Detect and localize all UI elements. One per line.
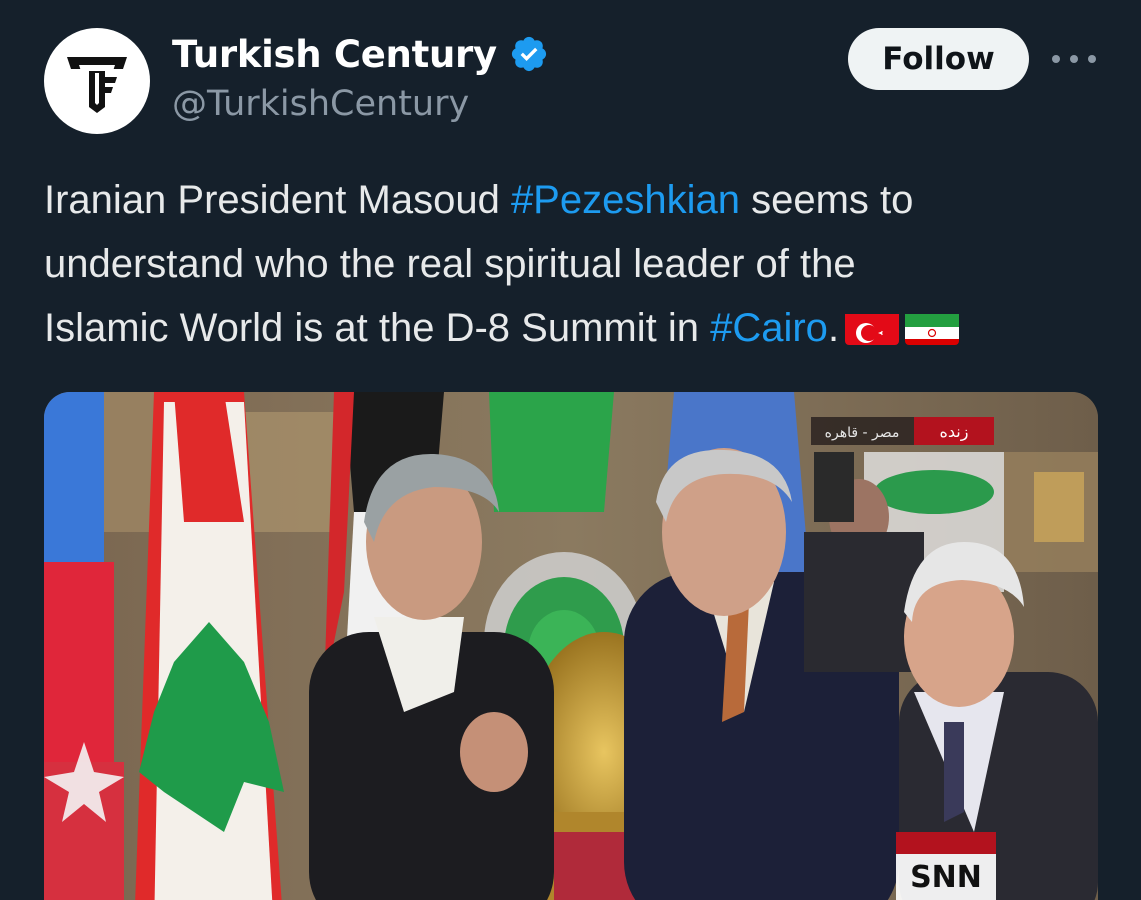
text-segment: Islamic World is at the D-8 Summit in — [44, 306, 711, 350]
tweet-line-3: Islamic World is at the D-8 Summit in #C… — [44, 296, 1104, 360]
tweet-line-2: understand who the real spiritual leader… — [44, 242, 856, 286]
text-segment: . — [827, 306, 840, 350]
dot — [1088, 55, 1096, 63]
hashtag-pezeshkian[interactable]: #Pezeshkian — [511, 178, 740, 222]
verified-badge-icon — [509, 34, 549, 74]
video-frame: زنده مصر - قاهره SNN — [44, 392, 1098, 900]
author-name-row: Turkish Century — [172, 30, 549, 78]
tweet-card: Turkish Century @TurkishCentury Follow I… — [0, 0, 1141, 900]
more-horizontal-icon[interactable] — [1052, 44, 1096, 74]
dot — [1070, 55, 1078, 63]
iran-flag-icon — [905, 307, 960, 346]
dot — [1052, 55, 1060, 63]
text-segment: seems to — [739, 178, 914, 222]
live-badge: زنده — [940, 422, 969, 442]
hashtag-cairo[interactable]: #Cairo — [710, 306, 828, 350]
author-display-name[interactable]: Turkish Century — [172, 33, 497, 76]
author-handle[interactable]: @TurkishCentury — [172, 84, 469, 124]
tweet-text: Iranian President Masoud #Pezeshkian see… — [44, 168, 1104, 360]
follow-button[interactable]: Follow — [848, 28, 1029, 90]
tweet-video[interactable]: زنده مصر - قاهره SNN — [44, 392, 1098, 900]
tweet-line-1: Iranian President Masoud #Pezeshkian see… — [44, 168, 1104, 232]
text-segment: Iranian President Masoud — [44, 178, 511, 222]
avatar[interactable] — [44, 28, 150, 134]
location-text: مصر - قاهره — [825, 425, 900, 441]
turkey-flag-icon — [845, 307, 900, 346]
channel-logo: SNN — [910, 860, 982, 895]
tc-logo-icon — [67, 57, 127, 113]
